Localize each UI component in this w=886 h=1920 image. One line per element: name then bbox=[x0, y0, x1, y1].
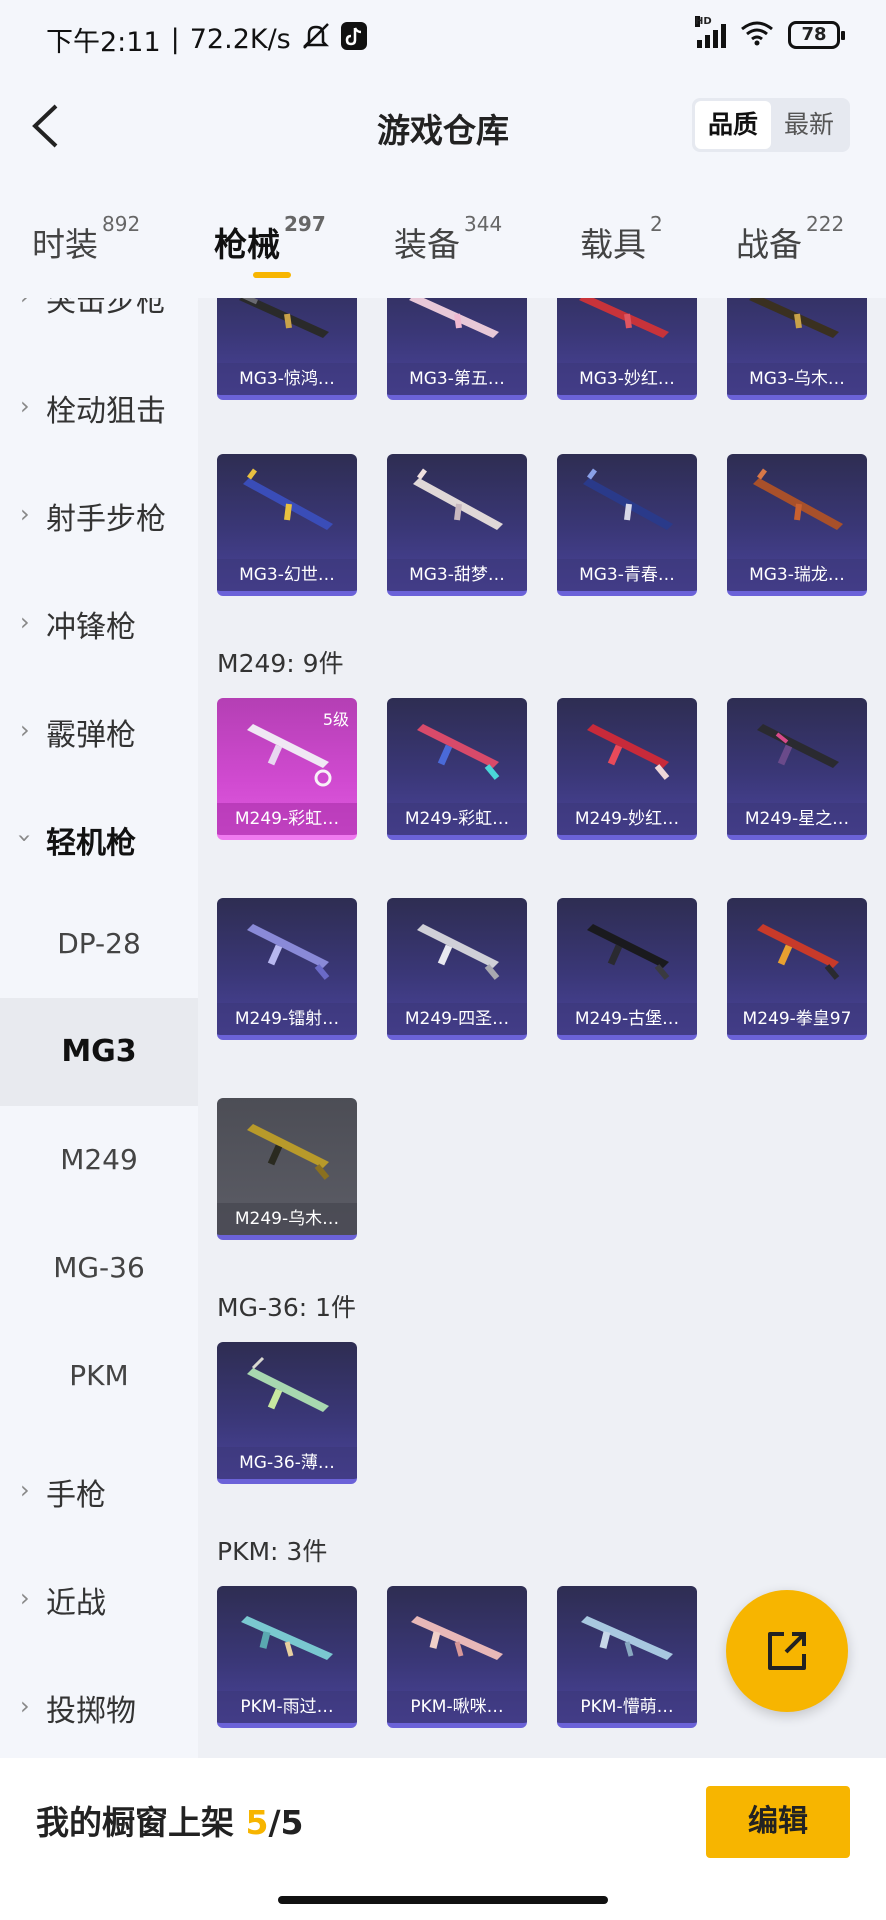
item-card[interactable]: MG-36-薄… bbox=[217, 1342, 357, 1484]
showcase-status: 我的橱窗上架 5/5 bbox=[36, 1803, 304, 1842]
item-card[interactable]: M249-古堡… bbox=[557, 898, 697, 1040]
sidebar-item-pistol[interactable]: › 手枪 bbox=[0, 1444, 198, 1534]
item-card[interactable]: M249-四圣… bbox=[387, 898, 527, 1040]
item-card[interactable]: 5级 M249-彩虹… bbox=[217, 698, 357, 840]
gun-image bbox=[247, 924, 330, 980]
category-tabs: 时装892 枪械297 装备344 载具2 战备222 bbox=[0, 180, 886, 298]
mute-icon bbox=[301, 22, 331, 57]
header: 游戏仓库 品质 最新 bbox=[0, 70, 886, 180]
gun-image bbox=[247, 724, 332, 787]
sidebar-item-throwable[interactable]: › 投掷物 bbox=[0, 1660, 198, 1750]
status-bar: 下午2:11 | 72.2K/s HD 78 bbox=[0, 0, 886, 70]
bottom-bar: 我的橱窗上架 5/5 编辑 bbox=[0, 1758, 886, 1920]
sidebar-sub-mg36[interactable]: MG-36 bbox=[0, 1214, 198, 1322]
sidebar-sub-mg3[interactable]: MG3 bbox=[0, 998, 198, 1106]
status-time: 下午2:11 bbox=[46, 27, 161, 58]
chevron-right-icon: › bbox=[20, 298, 30, 310]
sidebar-item-smg[interactable]: › 冲锋枪 bbox=[0, 576, 198, 666]
item-card[interactable]: PKM-雨过… bbox=[217, 1586, 357, 1728]
item-card[interactable]: PKM-懵萌… bbox=[557, 1586, 697, 1728]
item-card[interactable]: MG3-妙红… bbox=[557, 298, 697, 400]
edit-button[interactable]: 编辑 bbox=[706, 1786, 850, 1858]
tab-vehicles[interactable]: 载具2 bbox=[580, 212, 663, 266]
chevron-right-icon: › bbox=[20, 500, 30, 528]
item-card[interactable]: M249-乌木… bbox=[217, 1098, 357, 1240]
chevron-right-icon: › bbox=[20, 1584, 30, 1612]
gun-image bbox=[749, 298, 839, 338]
home-indicator[interactable] bbox=[278, 1896, 608, 1904]
chevron-right-icon: › bbox=[20, 1476, 30, 1504]
chevron-right-icon: › bbox=[20, 608, 30, 636]
chevron-right-icon: › bbox=[20, 1692, 30, 1720]
gun-image bbox=[241, 1616, 333, 1660]
gun-image bbox=[409, 298, 499, 338]
signal-icon: HD bbox=[695, 16, 726, 48]
item-card[interactable]: M249-星之… bbox=[727, 698, 867, 840]
item-card[interactable]: M249-镭射… bbox=[217, 898, 357, 1040]
active-tab-indicator bbox=[253, 272, 291, 278]
item-card[interactable]: MG3-惊鸿… bbox=[217, 298, 357, 400]
tab-fashion[interactable]: 时装892 bbox=[32, 212, 140, 266]
battery-icon: 78 bbox=[788, 21, 845, 49]
sidebar-item-dmr[interactable]: › 射手步枪 bbox=[0, 468, 198, 558]
sidebar-sub-dp28[interactable]: DP-28 bbox=[0, 890, 198, 998]
item-card[interactable]: M249-妙红… bbox=[557, 698, 697, 840]
sort-quality[interactable]: 品质 bbox=[695, 101, 771, 149]
tiktok-icon bbox=[340, 22, 367, 57]
item-card[interactable]: MG3-甜梦… bbox=[387, 454, 527, 596]
section-title-pkm: PKM: 3件 bbox=[217, 1537, 328, 1566]
sidebar: › 突击步枪 › 栓动狙击 › 射手步枪 › 冲锋枪 › 霰弹枪 › 轻机枪 D… bbox=[0, 298, 198, 1758]
item-card[interactable]: MG3-瑞龙… bbox=[727, 454, 867, 596]
gun-image bbox=[243, 468, 333, 530]
item-grid: MG3-惊鸿… MG3-第五… MG3-妙红… MG3-乌木… MG3-幻世… … bbox=[198, 298, 886, 1758]
gun-image bbox=[417, 724, 500, 780]
sidebar-item-assault-rifle[interactable]: › 突击步枪 bbox=[0, 298, 198, 340]
gun-image bbox=[247, 1356, 329, 1412]
sort-toggle: 品质 最新 bbox=[692, 98, 850, 152]
status-right: HD 78 bbox=[695, 16, 845, 50]
share-export-icon bbox=[768, 1632, 806, 1670]
gun-image bbox=[411, 1616, 503, 1660]
sidebar-item-bolt-sniper[interactable]: › 栓动狙击 bbox=[0, 360, 198, 450]
section-title-mg36: MG-36: 1件 bbox=[217, 1293, 357, 1322]
tab-supplies[interactable]: 战备222 bbox=[736, 212, 844, 266]
chevron-down-icon: › bbox=[10, 833, 39, 843]
sidebar-sub-pkm[interactable]: PKM bbox=[0, 1322, 198, 1430]
tab-equipment[interactable]: 装备344 bbox=[394, 212, 502, 266]
item-card[interactable]: M249-彩虹… bbox=[387, 698, 527, 840]
gun-image bbox=[579, 298, 669, 338]
section-title-m249: M249: 9件 bbox=[217, 649, 344, 678]
item-card[interactable]: PKM-啾咪… bbox=[387, 1586, 527, 1728]
gun-image bbox=[417, 924, 500, 980]
gun-image bbox=[587, 724, 670, 780]
gun-image bbox=[757, 724, 839, 768]
sidebar-item-shotgun[interactable]: › 霰弹枪 bbox=[0, 684, 198, 774]
chevron-right-icon: › bbox=[20, 716, 30, 744]
gun-image bbox=[413, 468, 503, 530]
sort-newest[interactable]: 最新 bbox=[771, 101, 847, 149]
gun-image bbox=[583, 468, 673, 530]
gun-image bbox=[587, 924, 670, 980]
wifi-icon bbox=[740, 20, 774, 50]
gun-image bbox=[753, 468, 843, 530]
sidebar-item-lmg[interactable]: › 轻机枪 bbox=[0, 792, 198, 882]
item-card[interactable]: MG3-乌木… bbox=[727, 298, 867, 400]
network-speed: 72.2K/s bbox=[189, 24, 291, 55]
item-card[interactable]: MG3-幻世… bbox=[217, 454, 357, 596]
item-card[interactable]: MG3-青春… bbox=[557, 454, 697, 596]
gun-image bbox=[581, 1616, 673, 1660]
status-left: 下午2:11 | 72.2K/s bbox=[46, 20, 367, 59]
gun-image bbox=[239, 298, 329, 338]
gun-image bbox=[247, 1124, 330, 1180]
chevron-right-icon: › bbox=[20, 392, 30, 420]
sidebar-item-melee[interactable]: › 近战 bbox=[0, 1552, 198, 1642]
item-card[interactable]: MG3-第五… bbox=[387, 298, 527, 400]
tab-guns[interactable]: 枪械297 bbox=[214, 212, 326, 266]
item-card[interactable]: M249-拳皇97 bbox=[727, 898, 867, 1040]
sidebar-sub-m249[interactable]: M249 bbox=[0, 1106, 198, 1214]
share-button[interactable] bbox=[726, 1590, 848, 1712]
gun-image bbox=[757, 924, 840, 980]
